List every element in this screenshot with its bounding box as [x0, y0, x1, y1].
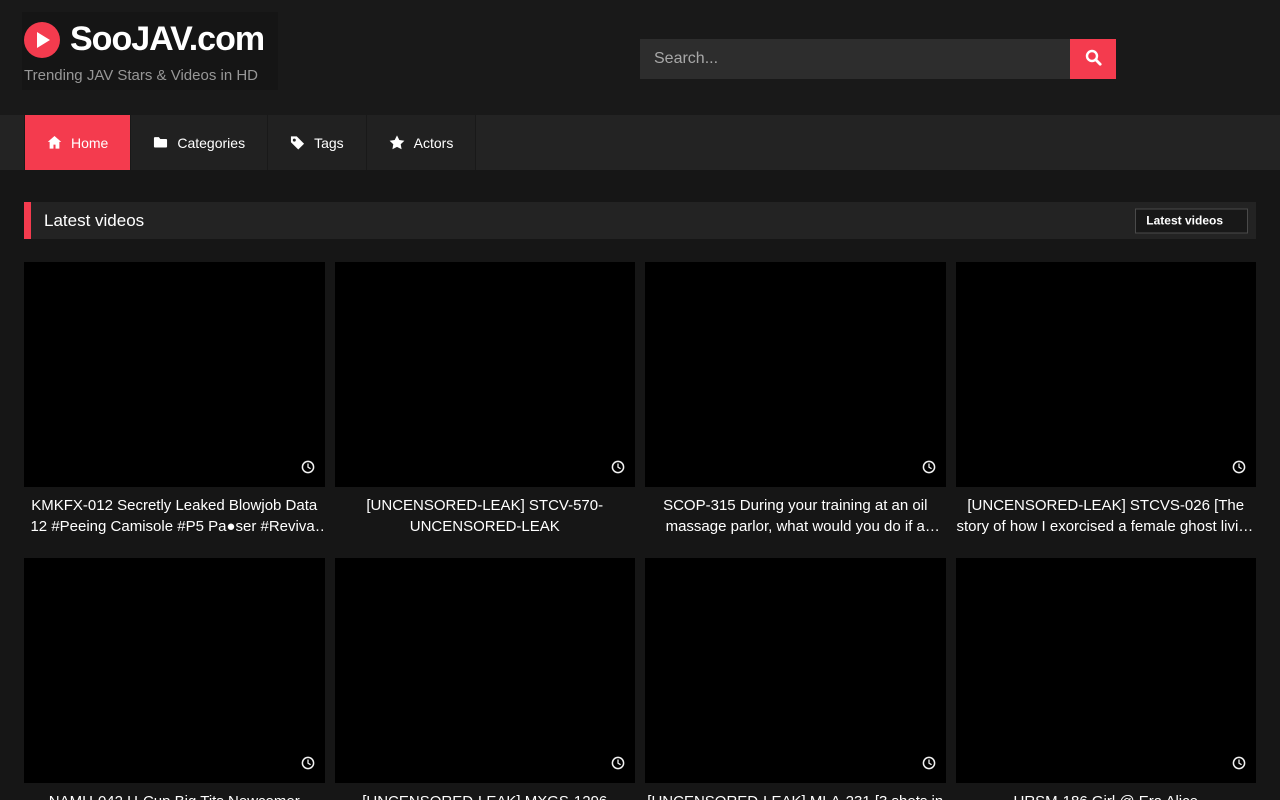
clock-icon	[1232, 460, 1246, 479]
nav-item-label: Tags	[314, 135, 344, 151]
video-thumbnail[interactable]	[956, 558, 1257, 783]
home-icon	[47, 135, 62, 150]
video-title[interactable]: SCOP-315 During your training at an oil …	[645, 495, 946, 537]
video-title[interactable]: [UNCENSORED-LEAK] MLA-231 [3 shots in	[645, 791, 946, 800]
magnifier-icon	[1085, 49, 1102, 69]
section-header: Latest videos Latest videos	[24, 202, 1256, 239]
nav-item-categories[interactable]: Categories	[131, 115, 268, 170]
clock-icon	[922, 756, 936, 775]
search-button[interactable]	[1070, 39, 1116, 79]
video-card: SCOP-315 During your training at an oil …	[645, 262, 946, 537]
video-card: KMKFX-012 Secretly Leaked Blowjob Data 1…	[24, 262, 325, 537]
clock-icon	[301, 460, 315, 479]
video-title[interactable]: KMKFX-012 Secretly Leaked Blowjob Data 1…	[24, 495, 325, 537]
search-form	[640, 39, 1116, 79]
sort-dropdown-button[interactable]: Latest videos	[1135, 208, 1248, 233]
clock-icon	[611, 756, 625, 775]
video-title[interactable]: [UNCENSORED-LEAK] MXGS-1296 Absolutely	[335, 791, 636, 800]
site-header: SooJAV.com Trending JAV Stars & Videos i…	[0, 0, 1280, 115]
clock-icon	[611, 460, 625, 479]
accent-bar	[24, 202, 31, 239]
nav-spacer	[0, 115, 25, 170]
folder-icon	[153, 135, 168, 150]
video-card: [UNCENSORED-LEAK] MLA-231 [3 shots in	[645, 558, 946, 800]
video-grid: KMKFX-012 Secretly Leaked Blowjob Data 1…	[24, 262, 1256, 800]
clock-icon	[1232, 756, 1246, 775]
video-thumbnail[interactable]	[956, 262, 1257, 487]
video-title[interactable]: [UNCENSORED-LEAK] STCV-570-UNCENSORED-LE…	[335, 495, 636, 537]
video-thumbnail[interactable]	[24, 262, 325, 487]
clock-icon	[922, 460, 936, 479]
video-card: [UNCENSORED-LEAK] STCV-570-UNCENSORED-LE…	[335, 262, 636, 537]
nav-item-label: Home	[71, 135, 108, 151]
video-title[interactable]: NAMH-042 H-Cup Big Tits Newcomer (170cm …	[24, 791, 325, 800]
nav-item-tags[interactable]: Tags	[268, 115, 367, 170]
logo[interactable]: SooJAV.com Trending JAV Stars & Videos i…	[22, 12, 278, 90]
tag-icon	[290, 135, 305, 150]
video-card: [UNCENSORED-LEAK] STCVS-026 [The story o…	[956, 262, 1257, 537]
section-title: Latest videos	[44, 211, 144, 231]
video-thumbnail[interactable]	[335, 558, 636, 783]
site-tagline: Trending JAV Stars & Videos in HD	[24, 67, 264, 84]
video-thumbnail[interactable]	[24, 558, 325, 783]
star-icon	[389, 135, 405, 150]
video-card: NAMH-042 H-Cup Big Tits Newcomer (170cm …	[24, 558, 325, 800]
nav-item-home[interactable]: Home	[25, 115, 131, 170]
main-nav: Home Categories Tags Actors	[0, 115, 1280, 170]
clock-icon	[301, 756, 315, 775]
nav-item-label: Categories	[177, 135, 245, 151]
play-icon	[24, 22, 60, 58]
video-card: [UNCENSORED-LEAK] MXGS-1296 Absolutely	[335, 558, 636, 800]
video-title[interactable]: URSM-186 Girl @ Era Alice	[956, 791, 1257, 800]
video-card: URSM-186 Girl @ Era Alice	[956, 558, 1257, 800]
nav-item-actors[interactable]: Actors	[367, 115, 477, 170]
video-thumbnail[interactable]	[335, 262, 636, 487]
site-title: SooJAV.com	[70, 20, 264, 59]
nav-item-label: Actors	[414, 135, 454, 151]
search-input[interactable]	[640, 39, 1070, 79]
video-title[interactable]: [UNCENSORED-LEAK] STCVS-026 [The story o…	[956, 495, 1257, 537]
sort-dropdown-label: Latest videos	[1146, 214, 1223, 228]
video-thumbnail[interactable]	[645, 558, 946, 783]
video-thumbnail[interactable]	[645, 262, 946, 487]
